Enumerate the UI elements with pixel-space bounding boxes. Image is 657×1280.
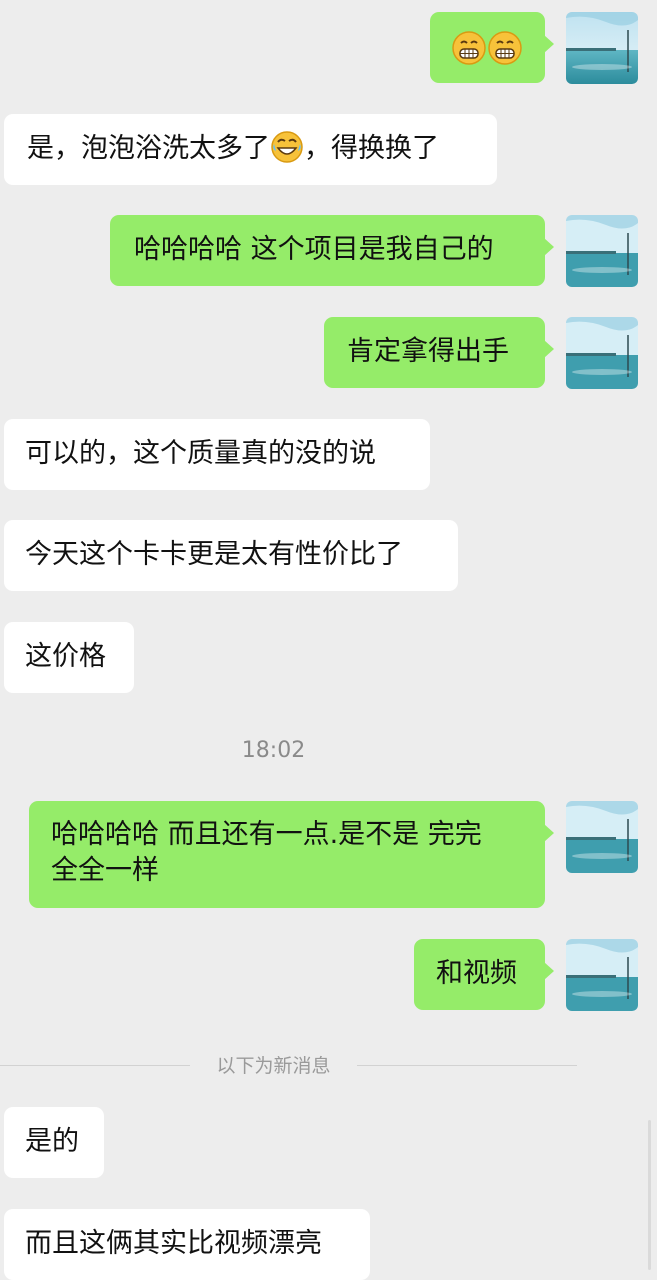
divider-label: 以下为新消息 — [216, 1055, 331, 1077]
seascape-avatar-icon — [566, 215, 638, 287]
avatar[interactable] — [566, 215, 638, 287]
message-bubble[interactable]: 而且这俩其实比视频漂亮 — [4, 1209, 370, 1280]
seascape-avatar-icon — [566, 939, 638, 1011]
avatar[interactable] — [566, 12, 638, 84]
avatar[interactable] — [566, 801, 638, 873]
message-bubble[interactable] — [430, 12, 554, 83]
message-text: 和视频 — [436, 958, 517, 989]
message-bubble[interactable]: 是的 — [4, 1107, 104, 1178]
grin-emoji-icon — [452, 30, 486, 65]
avatar[interactable] — [566, 939, 638, 1011]
message-text: 哈哈哈哈 这个项目是我自己的 — [134, 234, 494, 265]
message-text: 肯定拿得出手 — [347, 336, 509, 367]
message-bubble[interactable]: 可以的，这个质量真的没的说 — [4, 419, 430, 490]
message-text: 是的 — [25, 1126, 79, 1157]
message-bubble[interactable]: 哈哈哈哈 这个项目是我自己的 — [110, 215, 554, 286]
grin-emoji-icon — [488, 30, 522, 65]
message-bubble[interactable]: 今天这个卡卡更是太有性价比了 — [4, 520, 458, 591]
message-bubble[interactable]: 肯定拿得出手 — [324, 317, 554, 388]
message-bubble[interactable]: 哈哈哈哈 而且还有一点.是不是 完完 全全一样 — [29, 801, 554, 908]
message-text: 可以的，这个质量真的没的说 — [25, 438, 376, 469]
message-bubble[interactable]: 是，泡泡浴洗太多了 ，得换换了 — [4, 114, 497, 185]
new-messages-divider: 以下为新消息 — [0, 1052, 657, 1080]
message-bubble[interactable]: 和视频 — [414, 939, 554, 1010]
message-text-line: 全全一样 — [51, 855, 159, 886]
message-text: 这价格 — [25, 641, 106, 672]
seascape-avatar-icon — [566, 801, 638, 873]
seascape-avatar-icon — [566, 12, 638, 84]
message-bubble[interactable]: 这价格 — [4, 622, 134, 693]
message-text: ，得换换了 — [304, 133, 439, 164]
message-text: 是，泡泡浴洗太多了 — [27, 133, 270, 164]
scrollbar[interactable] — [648, 1120, 651, 1270]
laugh-tears-emoji-icon — [271, 131, 303, 163]
avatar[interactable] — [566, 317, 638, 389]
seascape-avatar-icon — [566, 317, 638, 389]
message-text: 今天这个卡卡更是太有性价比了 — [25, 539, 403, 570]
message-text-line: 哈哈哈哈 而且还有一点.是不是 完完 — [51, 819, 482, 850]
message-text: 而且这俩其实比视频漂亮 — [25, 1228, 322, 1259]
timestamp: 18:02 — [241, 738, 306, 763]
